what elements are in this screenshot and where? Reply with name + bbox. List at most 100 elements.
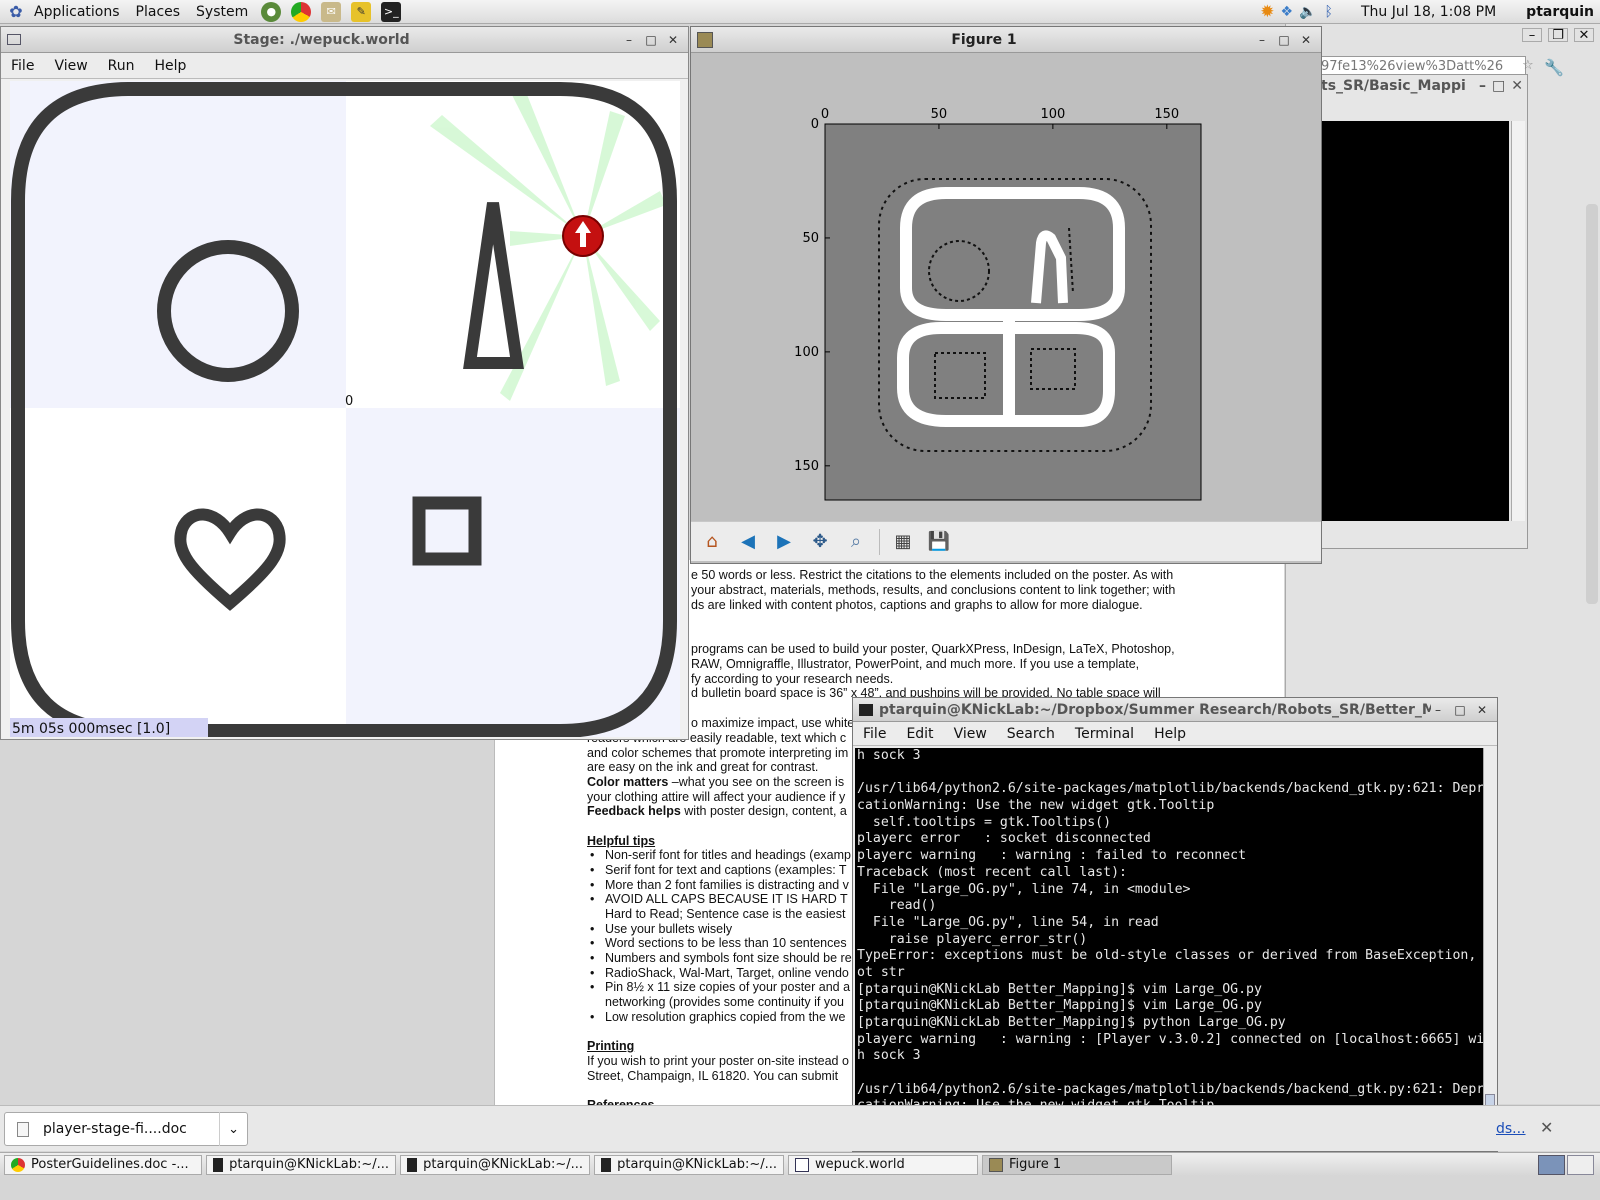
download-link[interactable]: ds... xyxy=(1496,1121,1526,1137)
minimize-icon[interactable]: – xyxy=(1479,78,1486,94)
places-menu[interactable]: Places xyxy=(128,4,189,20)
terminal-icon xyxy=(407,1157,418,1172)
tab-title-bar[interactable]: ts_SR/Basic_Mappi – □ ✕ xyxy=(1317,75,1527,97)
menu-help[interactable]: Help xyxy=(145,58,197,74)
task-terminal-3[interactable]: ptarquin@KNickLab:~/... xyxy=(594,1154,784,1175)
maximize-icon[interactable]: □ xyxy=(1277,33,1291,47)
volume-icon[interactable]: 🔈 xyxy=(1299,4,1316,20)
forward-arrow-icon[interactable]: ▶ xyxy=(771,529,797,555)
doc-line: fy according to your research needs. xyxy=(691,672,894,686)
pan-icon[interactable]: ✥ xyxy=(807,529,833,555)
workspace-1[interactable] xyxy=(1538,1154,1565,1175)
subplots-icon[interactable]: ▦ xyxy=(890,529,916,555)
tip-continuation: networking (provides some continuity if … xyxy=(605,995,845,1009)
origin-label: 0 xyxy=(345,394,354,409)
close-icon[interactable]: ✕ xyxy=(666,33,680,47)
menu-terminal[interactable]: Terminal xyxy=(1065,726,1144,742)
close-icon[interactable]: ✕ xyxy=(1574,28,1594,43)
y-tick-label: 50 xyxy=(802,231,819,246)
terminal-line: TypeError: exceptions must be old-style … xyxy=(857,948,1483,964)
applications-menu[interactable]: Applications xyxy=(26,4,128,20)
save-icon[interactable]: 💾 xyxy=(926,529,952,555)
task-terminal-2[interactable]: ptarquin@KNickLab:~/... xyxy=(400,1154,590,1175)
black-panel xyxy=(1319,121,1509,521)
task-label: wepuck.world xyxy=(815,1157,905,1172)
menu-file[interactable]: File xyxy=(853,726,896,742)
task-posterguidelines[interactable]: PosterGuidelines.doc -... xyxy=(4,1154,202,1175)
update-sun-icon[interactable]: ✹ xyxy=(1260,2,1274,22)
terminal-app-icon xyxy=(859,703,873,716)
gnome-foot-icon[interactable]: ✿ xyxy=(6,2,26,22)
menu-run[interactable]: Run xyxy=(98,58,145,74)
terminal-titlebar[interactable]: ptarquin@KNickLab:~/Dropbox/Summer Resea… xyxy=(853,698,1497,722)
zoom-icon[interactable]: ⌕ xyxy=(843,529,869,555)
task-terminal-1[interactable]: ptarquin@KNickLab:~/... xyxy=(206,1154,396,1175)
bullet: • xyxy=(590,863,595,877)
tip-item: Serif font for text and captions (exampl… xyxy=(605,863,847,877)
task-figure-1[interactable]: Figure 1 xyxy=(982,1154,1172,1175)
figure-toolbar: ⌂ ◀ ▶ ✥ ⌕ ▦ 💾 xyxy=(691,521,1321,561)
terminal-output[interactable]: h sock 3/usr/lib64/python2.6/site-packag… xyxy=(855,748,1483,1148)
terminal-line: self.tooltips = gtk.Tooltips() xyxy=(857,814,1112,830)
terminal-launcher-icon[interactable]: >_ xyxy=(381,1,402,22)
page-scrollbar[interactable] xyxy=(1586,204,1598,604)
stage-canvas[interactable]: 0 5m 05s 000msec [1.0] xyxy=(10,81,680,737)
dropbox-icon[interactable]: ❖ xyxy=(1281,4,1294,20)
doc-line: are easy on the ink and great for contra… xyxy=(587,760,819,774)
color-matters-text: –what you see on the screen is xyxy=(668,775,845,789)
terminal-line: cationWarning: Use the new widget gtk.To… xyxy=(857,798,1215,814)
close-icon[interactable]: ✕ xyxy=(1540,1118,1553,1137)
stage-titlebar[interactable]: Stage: ./wepuck.world – □ ✕ xyxy=(1,27,688,53)
notes-icon[interactable]: ✎ xyxy=(351,1,372,22)
minimize-icon[interactable]: – xyxy=(1431,703,1445,717)
restore-icon[interactable]: ❐ xyxy=(1548,28,1568,43)
menu-view[interactable]: View xyxy=(44,58,97,74)
maximize-icon[interactable]: □ xyxy=(1453,703,1467,717)
mail-icon[interactable]: ✉ xyxy=(321,1,342,22)
terminal-scrollbar[interactable] xyxy=(1483,748,1495,1148)
vertical-scrollbar[interactable] xyxy=(1511,121,1525,521)
document-file-icon xyxy=(17,1121,29,1137)
workspace-switcher[interactable] xyxy=(1538,1154,1594,1175)
terminal-line: [ptarquin@KNickLab Better_Mapping]$ pyth… xyxy=(857,1015,1286,1030)
chevron-down-icon[interactable]: ⌄ xyxy=(219,1112,247,1146)
close-icon[interactable]: ✕ xyxy=(1299,33,1313,47)
close-icon[interactable]: ✕ xyxy=(1511,78,1523,94)
minimize-icon[interactable]: – xyxy=(1522,28,1542,43)
tip-item: Low resolution graphics copied from the … xyxy=(605,1010,846,1024)
menu-file[interactable]: File xyxy=(1,58,44,74)
window-menu-icon[interactable] xyxy=(7,34,21,45)
workspace-2[interactable] xyxy=(1567,1154,1594,1175)
menu-search[interactable]: Search xyxy=(997,726,1065,742)
download-item[interactable]: player-stage-fi....doc ⌄ xyxy=(4,1112,248,1146)
figure-titlebar[interactable]: Figure 1 – □ ✕ xyxy=(691,27,1321,53)
figure-window: Figure 1 – □ ✕ 0 50 100 150 0 50 100 150 ⌂ ◀ ▶… xyxy=(690,26,1322,564)
minimize-icon[interactable]: – xyxy=(1255,33,1269,47)
wrench-icon[interactable]: 🔧 xyxy=(1544,58,1564,77)
terminal-line: File "Large_OG.py", line 54, in read xyxy=(857,914,1159,930)
star-icon[interactable]: ☆ xyxy=(1522,58,1534,73)
chrome-icon[interactable] xyxy=(291,1,312,22)
browser-globe-icon[interactable]: ● xyxy=(261,1,282,22)
menu-edit[interactable]: Edit xyxy=(896,726,943,742)
task-wepuck-world[interactable]: wepuck.world xyxy=(788,1154,978,1175)
clock[interactable]: Thu Jul 18, 1:08 PM xyxy=(1361,4,1496,20)
doc-line-color-matters: Color matters –what you see on the scree… xyxy=(587,775,844,790)
minimize-icon[interactable]: – xyxy=(622,33,636,47)
home-icon[interactable]: ⌂ xyxy=(699,529,725,555)
doc-line: Street, Champaign, IL 61820. You can sub… xyxy=(587,1069,839,1083)
close-icon[interactable]: ✕ xyxy=(1475,703,1489,717)
figure-canvas[interactable]: 0 50 100 150 0 50 100 150 xyxy=(691,53,1321,533)
bluetooth-icon[interactable]: ᛒ xyxy=(1325,4,1333,20)
maximize-icon[interactable]: □ xyxy=(1492,78,1505,94)
system-menu[interactable]: System xyxy=(188,4,256,20)
robot-icon[interactable] xyxy=(562,215,604,257)
back-arrow-icon[interactable]: ◀ xyxy=(735,529,761,555)
menu-view[interactable]: View xyxy=(944,726,997,742)
maximize-icon[interactable]: □ xyxy=(644,33,658,47)
menu-help[interactable]: Help xyxy=(1144,726,1196,742)
x-tick-label: 50 xyxy=(931,107,948,122)
user-name[interactable]: ptarquin xyxy=(1526,4,1594,20)
